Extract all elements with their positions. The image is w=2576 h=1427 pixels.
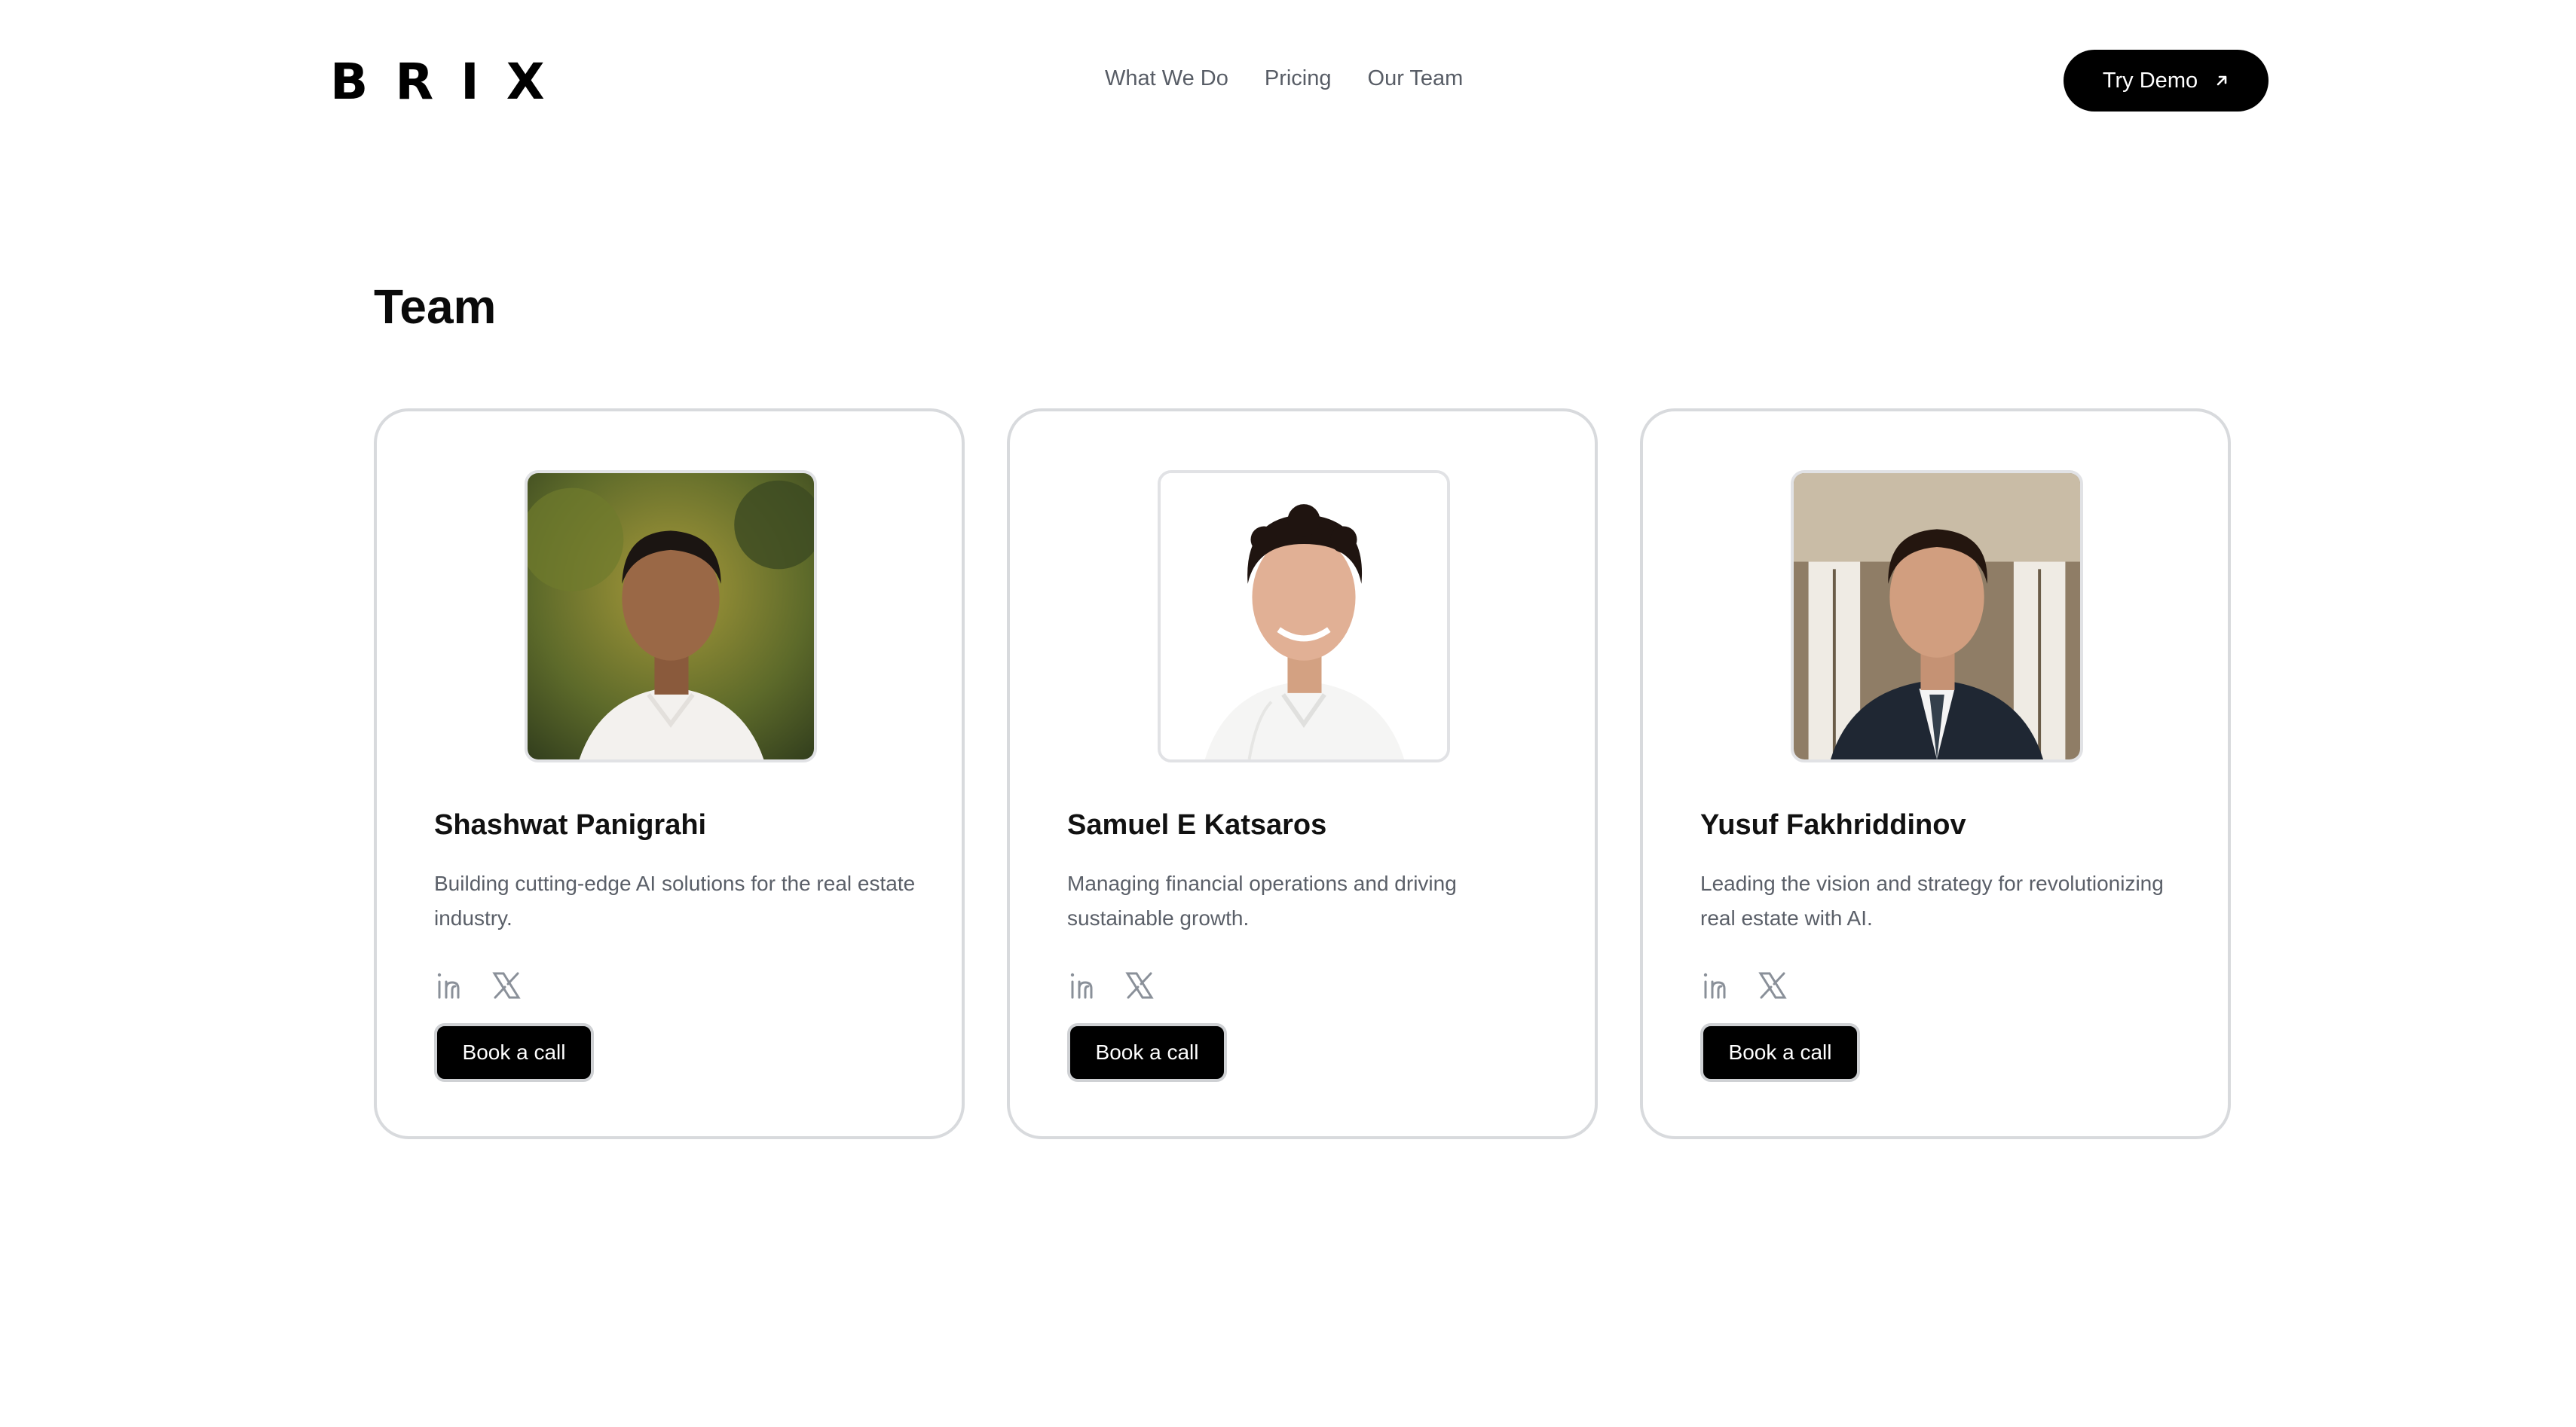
- team-member-card: Samuel E Katsaros Managing financial ope…: [1007, 408, 1598, 1139]
- main-nav: What We Do Pricing Our Team: [1105, 66, 1463, 91]
- site-header: B R I X What We Do Pricing Our Team Try …: [0, 0, 2576, 158]
- team-member-card: Yusuf Fakhriddinov Leading the vision an…: [1640, 408, 2231, 1139]
- try-demo-button[interactable]: Try Demo: [2064, 50, 2269, 112]
- member-socials: [434, 969, 523, 1002]
- brix-logo[interactable]: B R I X: [330, 57, 546, 107]
- member-name: Yusuf Fakhriddinov: [1700, 809, 1966, 841]
- team-title: Team: [374, 280, 497, 334]
- nav-link-pricing[interactable]: Pricing: [1265, 66, 1332, 91]
- book-a-call-button[interactable]: Book a call: [1067, 1023, 1227, 1082]
- x-icon[interactable]: [490, 969, 523, 1002]
- page: B R I X What We Do Pricing Our Team Try …: [0, 0, 2576, 1427]
- logo-letter: B: [330, 53, 370, 111]
- logo-letter: R: [395, 53, 436, 111]
- book-a-call-button[interactable]: Book a call: [1700, 1023, 1860, 1082]
- logo-letter: X: [506, 53, 546, 111]
- member-bio: Managing financial operations and drivin…: [1067, 872, 1457, 930]
- nav-link-what-we-do[interactable]: What We Do: [1105, 66, 1228, 91]
- member-name: Shashwat Panigrahi: [434, 809, 707, 841]
- member-photo: [1791, 470, 2083, 762]
- linkedin-icon[interactable]: [434, 969, 467, 1002]
- member-bio: Leading the vision and strategy for revo…: [1700, 872, 2164, 930]
- member-socials: [1700, 969, 1789, 1002]
- x-icon[interactable]: [1123, 969, 1156, 1002]
- team-member-card: Shashwat Panigrahi Building cutting-edge…: [374, 408, 965, 1139]
- x-icon[interactable]: [1756, 969, 1789, 1002]
- linkedin-icon[interactable]: [1067, 969, 1100, 1002]
- member-bio: Building cutting-edge AI solutions for t…: [434, 872, 916, 930]
- nav-link-our-team[interactable]: Our Team: [1368, 66, 1464, 91]
- book-a-call-button[interactable]: Book a call: [434, 1023, 594, 1082]
- arrow-up-right-icon: [2217, 75, 2227, 86]
- member-photo: [525, 470, 817, 762]
- linkedin-icon[interactable]: [1700, 969, 1733, 1002]
- member-socials: [1067, 969, 1156, 1002]
- try-demo-label: Try Demo: [2102, 68, 2198, 93]
- logo-letter: I: [460, 53, 481, 111]
- member-photo: [1158, 470, 1450, 762]
- member-name: Samuel E Katsaros: [1067, 809, 1327, 841]
